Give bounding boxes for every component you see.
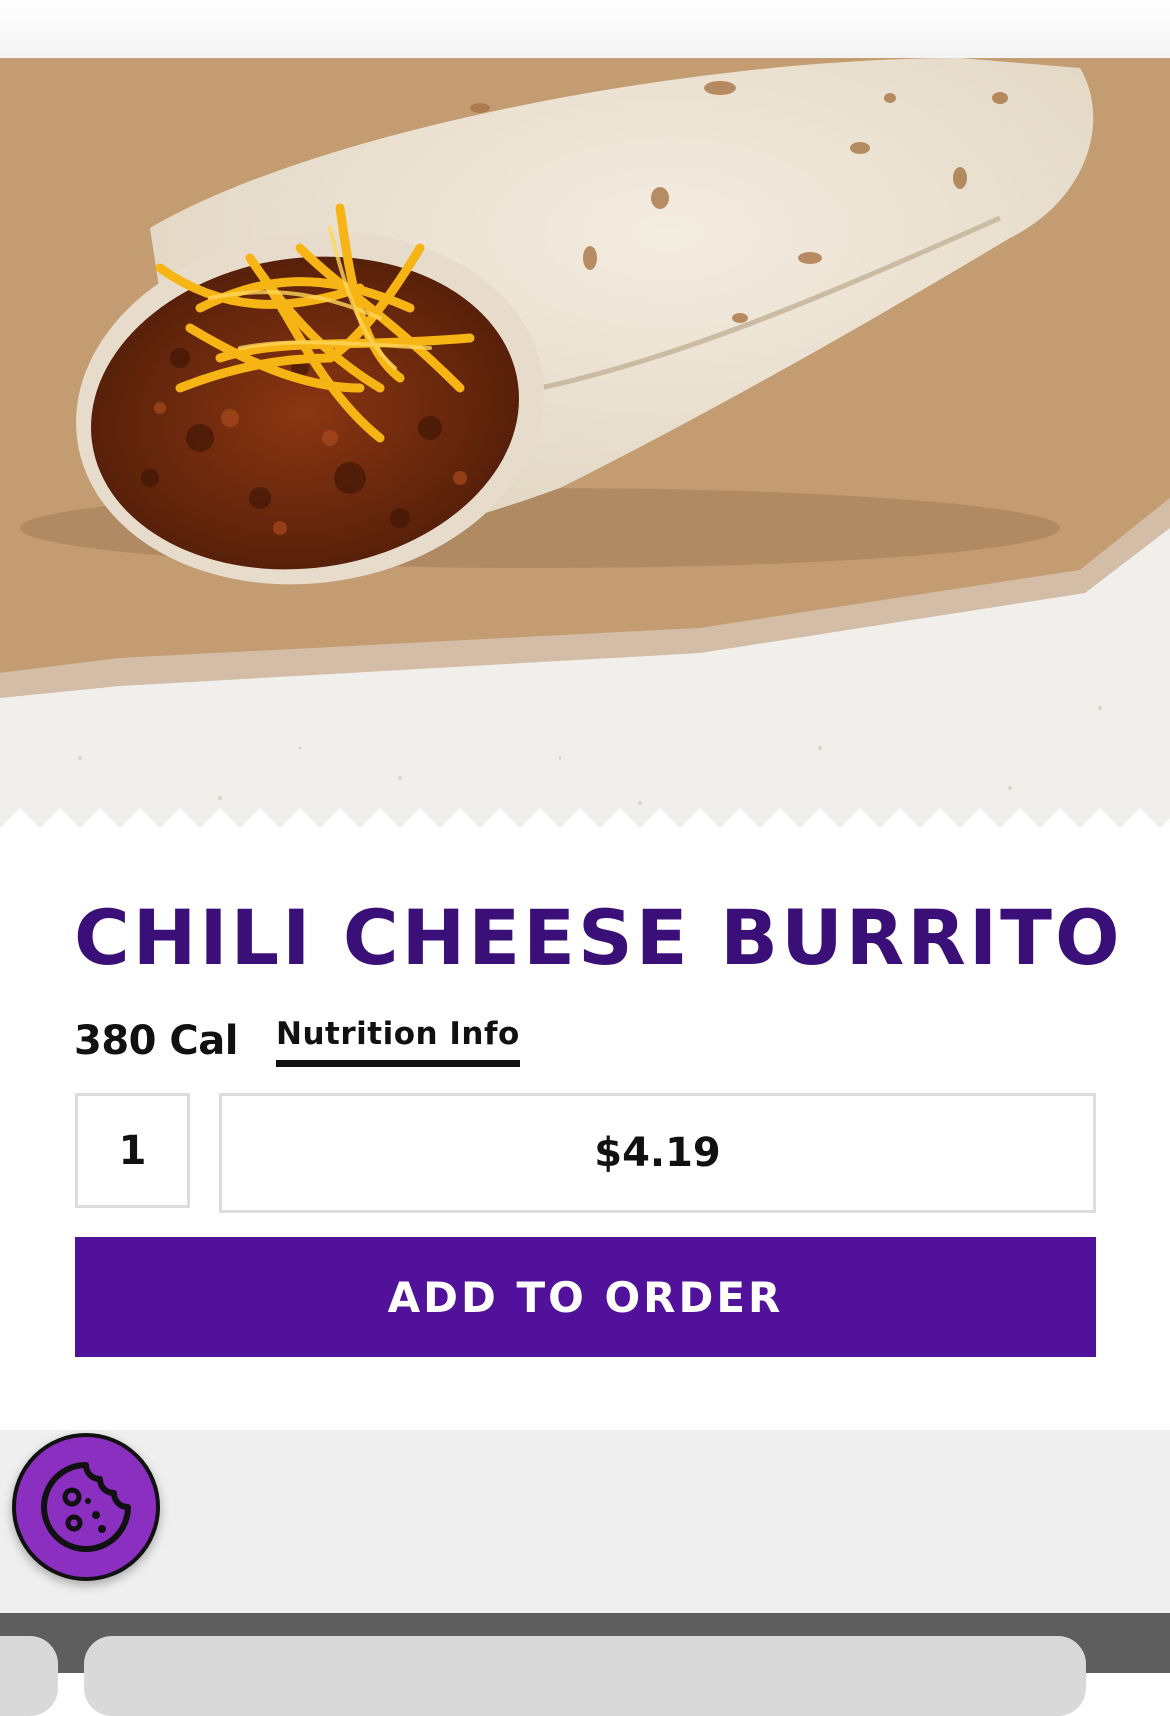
product-image <box>0 58 1170 838</box>
quantity-value: 1 <box>118 1127 147 1174</box>
page-footer-area <box>0 1430 1170 1613</box>
price-display: $4.19 <box>219 1093 1096 1213</box>
cookie-icon <box>41 1462 131 1552</box>
quantity-selector[interactable]: 1 <box>75 1093 190 1208</box>
calorie-count: 380 Cal <box>74 1018 238 1064</box>
burrito-illustration <box>0 58 1170 838</box>
add-to-order-button[interactable]: ADD TO ORDER <box>75 1237 1096 1357</box>
top-browser-bar <box>0 0 1170 58</box>
product-title: CHILI CHEESE BURRITO <box>74 893 1123 982</box>
nutrition-info-link[interactable]: Nutrition Info <box>276 1016 520 1067</box>
price-value: $4.19 <box>594 1130 721 1176</box>
browser-address-bar[interactable] <box>84 1636 1086 1716</box>
browser-tab-left[interactable] <box>0 1636 58 1716</box>
cookie-settings-button[interactable] <box>12 1433 160 1581</box>
